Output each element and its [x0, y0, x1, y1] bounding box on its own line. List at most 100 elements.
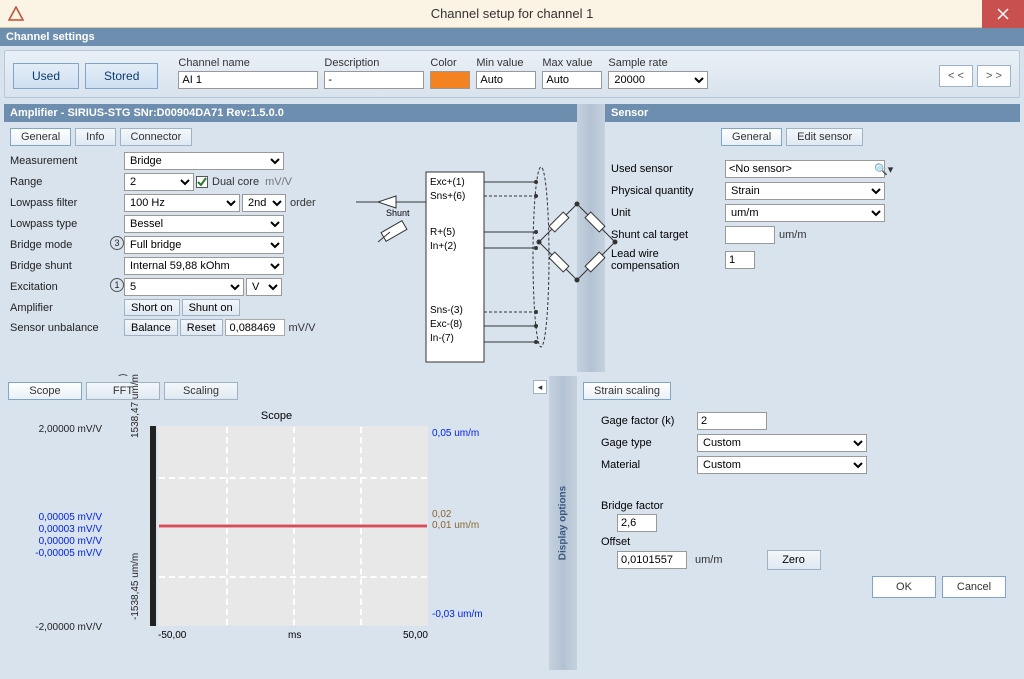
tab-general-amp[interactable]: General [10, 128, 71, 146]
close-button[interactable] [982, 0, 1024, 28]
color-label: Color [430, 57, 470, 69]
tab-scaling[interactable]: Scaling [164, 382, 238, 400]
scope-right-mid2: 0,01 um/m [432, 520, 483, 531]
ok-button[interactable]: OK [872, 576, 936, 598]
unbalance-value: 0,088469 [225, 319, 285, 336]
excitation-select[interactable]: 5 [124, 278, 244, 296]
sensor-header: Sensor [605, 104, 1020, 122]
scope-x-left: -50,00 [158, 630, 186, 641]
scope-side-top: 1538,47 um/m [130, 374, 141, 438]
bridge-shunt-select[interactable]: Internal 59,88 kOhm [124, 257, 284, 275]
color-swatch[interactable] [430, 71, 470, 89]
channel-name-input[interactable] [178, 71, 318, 89]
used-sensor-combo[interactable]: 🔍 ▾ [725, 160, 885, 178]
excitation-unit-select[interactable]: V [246, 278, 282, 296]
bridge-diamond-icon [487, 182, 587, 322]
dual-core-checkbox[interactable] [196, 176, 208, 188]
lead-wire-input[interactable] [725, 251, 755, 269]
description-input[interactable] [324, 71, 424, 89]
scope-center-1: 0,00003 mV/V [26, 524, 102, 536]
annotation-mark-1: 1 [110, 278, 124, 292]
titlebar: Channel setup for channel 1 [0, 0, 1024, 28]
bridge-mode-select[interactable]: Full bridge [124, 236, 284, 254]
scope-plot: Scope 2,00000 mV/V 0,00005 mV/V 0,00003 … [8, 410, 545, 650]
tab-scope[interactable]: Scope [8, 382, 82, 400]
physical-quantity-select[interactable]: Strain [725, 182, 885, 200]
pin-r-plus: R+(5) [430, 226, 465, 240]
used-button[interactable]: Used [13, 63, 79, 89]
scope-right-mid1: 0,02 [432, 509, 483, 520]
lowpass-order-suffix: order [288, 197, 318, 209]
range-select[interactable]: 2 [124, 173, 194, 191]
scope-right-bottom: -0,03 um/m [432, 609, 483, 620]
shunt-cal-target-input[interactable] [725, 226, 775, 244]
tab-strain-scaling[interactable]: Strain scaling [583, 382, 671, 400]
search-icon[interactable]: 🔍 [874, 163, 888, 176]
reset-button[interactable]: Reset [180, 319, 223, 336]
scope-center-2: 0,00000 mV/V [26, 536, 102, 548]
scope-x-unit: ms [288, 630, 301, 641]
used-sensor-label: Used sensor [611, 163, 721, 175]
scope-y-bottom: -2,00000 mV/V [26, 622, 102, 634]
range-label: Range [10, 176, 122, 188]
tab-general-sensor[interactable]: General [721, 128, 782, 146]
scaling-panel: Strain scaling Gage factor (k) Gage type… [577, 376, 1020, 670]
pin-exc-plus: Exc+(1) [430, 176, 465, 190]
chevron-down-icon[interactable]: ▾ [888, 163, 894, 176]
sensor-panel: General Edit sensor Used sensor 🔍 ▾ Phys… [605, 122, 1020, 372]
scope-panel: Scope FFT Scaling ◂ Scope 2,00000 mV/V 0… [4, 376, 549, 670]
offset-label: Offset [601, 536, 1014, 548]
lowpass-type-select[interactable]: Bessel [124, 215, 284, 233]
lowpass-type-label: Lowpass type [10, 218, 122, 230]
vertical-divider[interactable] [577, 122, 605, 372]
pin-exc-minus: Exc-(8) [430, 318, 465, 332]
pin-sns-minus: Sns-(3) [430, 304, 465, 318]
collapse-handle[interactable]: ◂ [533, 380, 547, 394]
stored-button[interactable]: Stored [85, 63, 158, 89]
bridge-factor-input[interactable] [617, 514, 657, 532]
tab-connector-amp[interactable]: Connector [120, 128, 193, 146]
settings-row: Used Stored Channel name Description Col… [4, 50, 1020, 98]
offset-input[interactable] [617, 551, 687, 569]
scope-x-right: 50,00 [403, 630, 428, 641]
measurement-label: Measurement [10, 155, 122, 167]
unit-label: Unit [611, 207, 721, 219]
max-input[interactable] [542, 71, 602, 89]
sensor-unbalance-label: Sensor unbalance [10, 322, 122, 334]
pin-sns-plus: Sns+(6) [430, 190, 465, 204]
description-label: Description [324, 57, 424, 69]
display-options-divider[interactable]: Display options [549, 376, 577, 670]
short-on-button[interactable]: Short on [124, 299, 180, 316]
unbalance-unit: mV/V [287, 322, 318, 334]
gage-type-select[interactable]: Custom [697, 434, 867, 452]
gage-factor-input[interactable] [697, 412, 767, 430]
tab-fft[interactable]: FFT [86, 382, 160, 400]
prev-channel-button[interactable]: < < [939, 65, 973, 87]
material-select[interactable]: Custom [697, 456, 867, 474]
sample-rate-label: Sample rate [608, 57, 708, 69]
measurement-select[interactable]: Bridge [124, 152, 284, 170]
tab-edit-sensor[interactable]: Edit sensor [786, 128, 863, 146]
gage-type-label: Gage type [601, 437, 691, 449]
shunt-on-button[interactable]: Shunt on [182, 299, 240, 316]
cancel-button[interactable]: Cancel [942, 576, 1006, 598]
pin-in-minus: In-(7) [430, 332, 465, 346]
balance-button[interactable]: Balance [124, 319, 178, 336]
gage-factor-label: Gage factor (k) [601, 415, 691, 427]
unit-select[interactable]: um/m [725, 204, 885, 222]
shunt-cal-target-unit: um/m [777, 229, 809, 241]
tab-info-amp[interactable]: Info [75, 128, 115, 146]
used-sensor-input[interactable] [726, 161, 874, 177]
excitation-label: Excitation [10, 281, 122, 293]
window-title: Channel setup for channel 1 [0, 6, 1024, 21]
sample-rate-select[interactable]: 20000 [608, 71, 708, 89]
lowpass-hz-select[interactable]: 100 Hz [124, 194, 240, 212]
min-input[interactable] [476, 71, 536, 89]
zero-button[interactable]: Zero [767, 550, 821, 570]
shunt-cal-target-label: Shunt cal target [611, 229, 721, 241]
lowpass-order-select[interactable]: 2nd [242, 194, 286, 212]
next-channel-button[interactable]: > > [977, 65, 1011, 87]
pin-in-plus: In+(2) [430, 240, 465, 254]
lead-wire-label: Lead wire compensation [611, 248, 721, 272]
scope-title: Scope [8, 410, 545, 422]
